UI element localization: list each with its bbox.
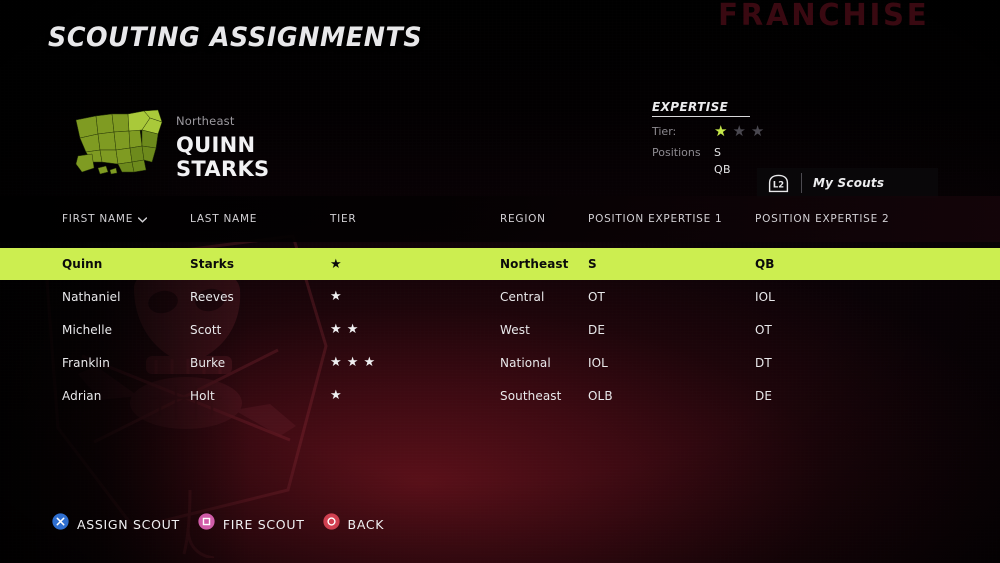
selected-scout-last-name: STARKS — [176, 157, 270, 182]
cell-region: Southeast — [500, 388, 562, 403]
action-fire-scout[interactable]: FIRE SCOUT — [198, 513, 305, 535]
tier-star-filled: ★ — [346, 323, 359, 336]
expertise-position: S — [714, 146, 722, 159]
table-row[interactable]: Franklin Burke ★ ★ ★ National IOL DT — [0, 346, 1000, 379]
column-header-tier[interactable]: TIER — [330, 213, 500, 225]
cell-region: West — [500, 322, 530, 337]
expertise-positions-label: Positions — [652, 146, 701, 159]
table-row[interactable]: Michelle Scott ★ ★ West DE OT — [0, 313, 1000, 346]
selected-scout-summary: Northeast QUINN STARKS — [176, 114, 269, 180]
action-assign-scout[interactable]: ASSIGN SCOUT — [52, 513, 180, 535]
column-header-pe2[interactable]: POSITION EXPERTISE 2 — [755, 213, 935, 225]
action-label: FIRE SCOUT — [222, 516, 305, 532]
cell-region: Central — [500, 289, 545, 304]
tier-star-filled: ★ — [330, 257, 342, 271]
cell-position-expertise-1: OLB — [588, 388, 613, 403]
playstation-square-icon — [198, 513, 215, 535]
column-header-label: POSITION EXPERTISE 1 — [588, 213, 723, 225]
cell-region: Northeast — [500, 257, 569, 271]
cell-first-name: Quinn — [62, 257, 103, 271]
chevron-down-icon — [137, 214, 148, 226]
playstation-cross-icon — [52, 513, 69, 535]
cell-position-expertise-1: OT — [588, 289, 605, 304]
expertise-tier-stars: ★ ★ ★ — [714, 124, 764, 139]
franchise-watermark-text: FRANCHISE — [718, 0, 930, 33]
tier-star-filled: ★ — [363, 356, 376, 369]
scouts-table: FIRST NAME LAST NAME TIER REGION POSITION EX… — [0, 196, 1000, 412]
column-header-label: TIER — [330, 213, 357, 225]
tier-star-filled: ★ — [330, 290, 342, 303]
us-map-icon — [72, 104, 168, 176]
cell-last-name: Reeves — [190, 289, 234, 304]
column-header-region[interactable]: REGION — [500, 213, 588, 225]
column-header-label: FIRST NAME — [62, 213, 134, 225]
tier-star-filled: ★ — [346, 356, 359, 369]
column-header-label: LAST NAME — [190, 213, 258, 225]
table-body: Quinn Starks ★ Northeast S QB Nathaniel Reeves ★… — [0, 248, 1000, 412]
tier-star-empty: ★ — [750, 123, 765, 140]
expertise-tier-label: Tier: — [652, 125, 677, 138]
tier-star-filled: ★ — [330, 356, 342, 369]
cell-first-name: Nathaniel — [62, 289, 121, 304]
my-scouts-button[interactable]: L2 My Scouts — [757, 168, 938, 198]
tier-star-filled: ★ — [330, 323, 342, 336]
expertise-position: QB — [714, 163, 731, 176]
action-label: ASSIGN SCOUT — [77, 516, 180, 532]
cell-tier: ★ ★ ★ — [330, 356, 500, 369]
tier-star-empty: ★ — [732, 123, 746, 140]
cell-first-name: Franklin — [62, 355, 110, 370]
cell-position-expertise-1: DE — [588, 322, 606, 337]
cell-last-name: Burke — [190, 355, 226, 370]
l2-button-icon: L2 — [767, 174, 790, 193]
cell-tier: ★ ★ — [330, 323, 500, 336]
cell-tier: ★ — [330, 290, 500, 303]
cell-last-name: Scott — [190, 322, 222, 337]
cell-position-expertise-2: IOL — [755, 289, 775, 304]
cell-position-expertise-2: DE — [755, 388, 773, 403]
cell-position-expertise-1: IOL — [588, 355, 608, 370]
table-row[interactable]: Adrian Holt ★ Southeast OLB DE — [0, 379, 1000, 412]
scouting-assignments-screen: FRANCHISE SCOUTING ASSIGNMENTS Northeast… — [0, 0, 1000, 563]
cell-region: National — [500, 355, 551, 370]
my-scouts-label: My Scouts — [813, 176, 885, 190]
cell-first-name: Adrian — [62, 388, 102, 403]
selected-scout-region: Northeast — [176, 114, 235, 128]
cell-position-expertise-1: S — [588, 257, 597, 271]
cell-first-name: Michelle — [62, 322, 113, 337]
column-header-label: POSITION EXPERTISE 2 — [755, 213, 890, 225]
page-title: SCOUTING ASSIGNMENTS — [48, 22, 423, 53]
l2-button-glyph: L2 — [773, 179, 784, 189]
action-label: BACK — [347, 516, 385, 532]
table-row[interactable]: Nathaniel Reeves ★ Central OT IOL — [0, 280, 1000, 313]
expertise-panel: EXPERTISE Tier: ★ ★ ★ Positions S QB — [652, 98, 882, 176]
column-header-pe1[interactable]: POSITION EXPERTISE 1 — [588, 213, 755, 225]
cell-tier: ★ — [330, 389, 500, 402]
cell-tier: ★ — [330, 258, 500, 271]
tier-star-filled: ★ — [714, 123, 728, 140]
column-header-label: REGION — [500, 213, 546, 225]
column-header-first_name[interactable]: FIRST NAME — [62, 212, 190, 226]
cell-last-name: Starks — [190, 257, 235, 271]
tier-star-filled: ★ — [330, 389, 342, 402]
cell-position-expertise-2: DT — [755, 355, 772, 370]
table-header-row: FIRST NAME LAST NAME TIER REGION POSITION EX… — [0, 196, 1000, 242]
action-bar: ASSIGN SCOUT FIRE SCOUT BACK — [52, 513, 384, 535]
cell-position-expertise-2: QB — [755, 257, 775, 271]
playstation-circle-icon — [322, 513, 340, 535]
selected-scout-first-name: QUINN — [176, 133, 256, 157]
cell-last-name: Holt — [190, 388, 215, 403]
expertise-heading: EXPERTISE — [652, 100, 751, 117]
expertise-positions-list: S QB — [714, 146, 731, 176]
column-header-last_name[interactable]: LAST NAME — [190, 213, 330, 225]
action-back[interactable]: BACK — [322, 513, 385, 535]
my-scouts-divider — [801, 173, 802, 193]
expertise-tier-row: Tier: ★ ★ ★ — [652, 124, 882, 139]
cell-position-expertise-2: OT — [755, 322, 772, 337]
table-row-selected[interactable]: Quinn Starks ★ Northeast S QB — [0, 248, 1000, 280]
